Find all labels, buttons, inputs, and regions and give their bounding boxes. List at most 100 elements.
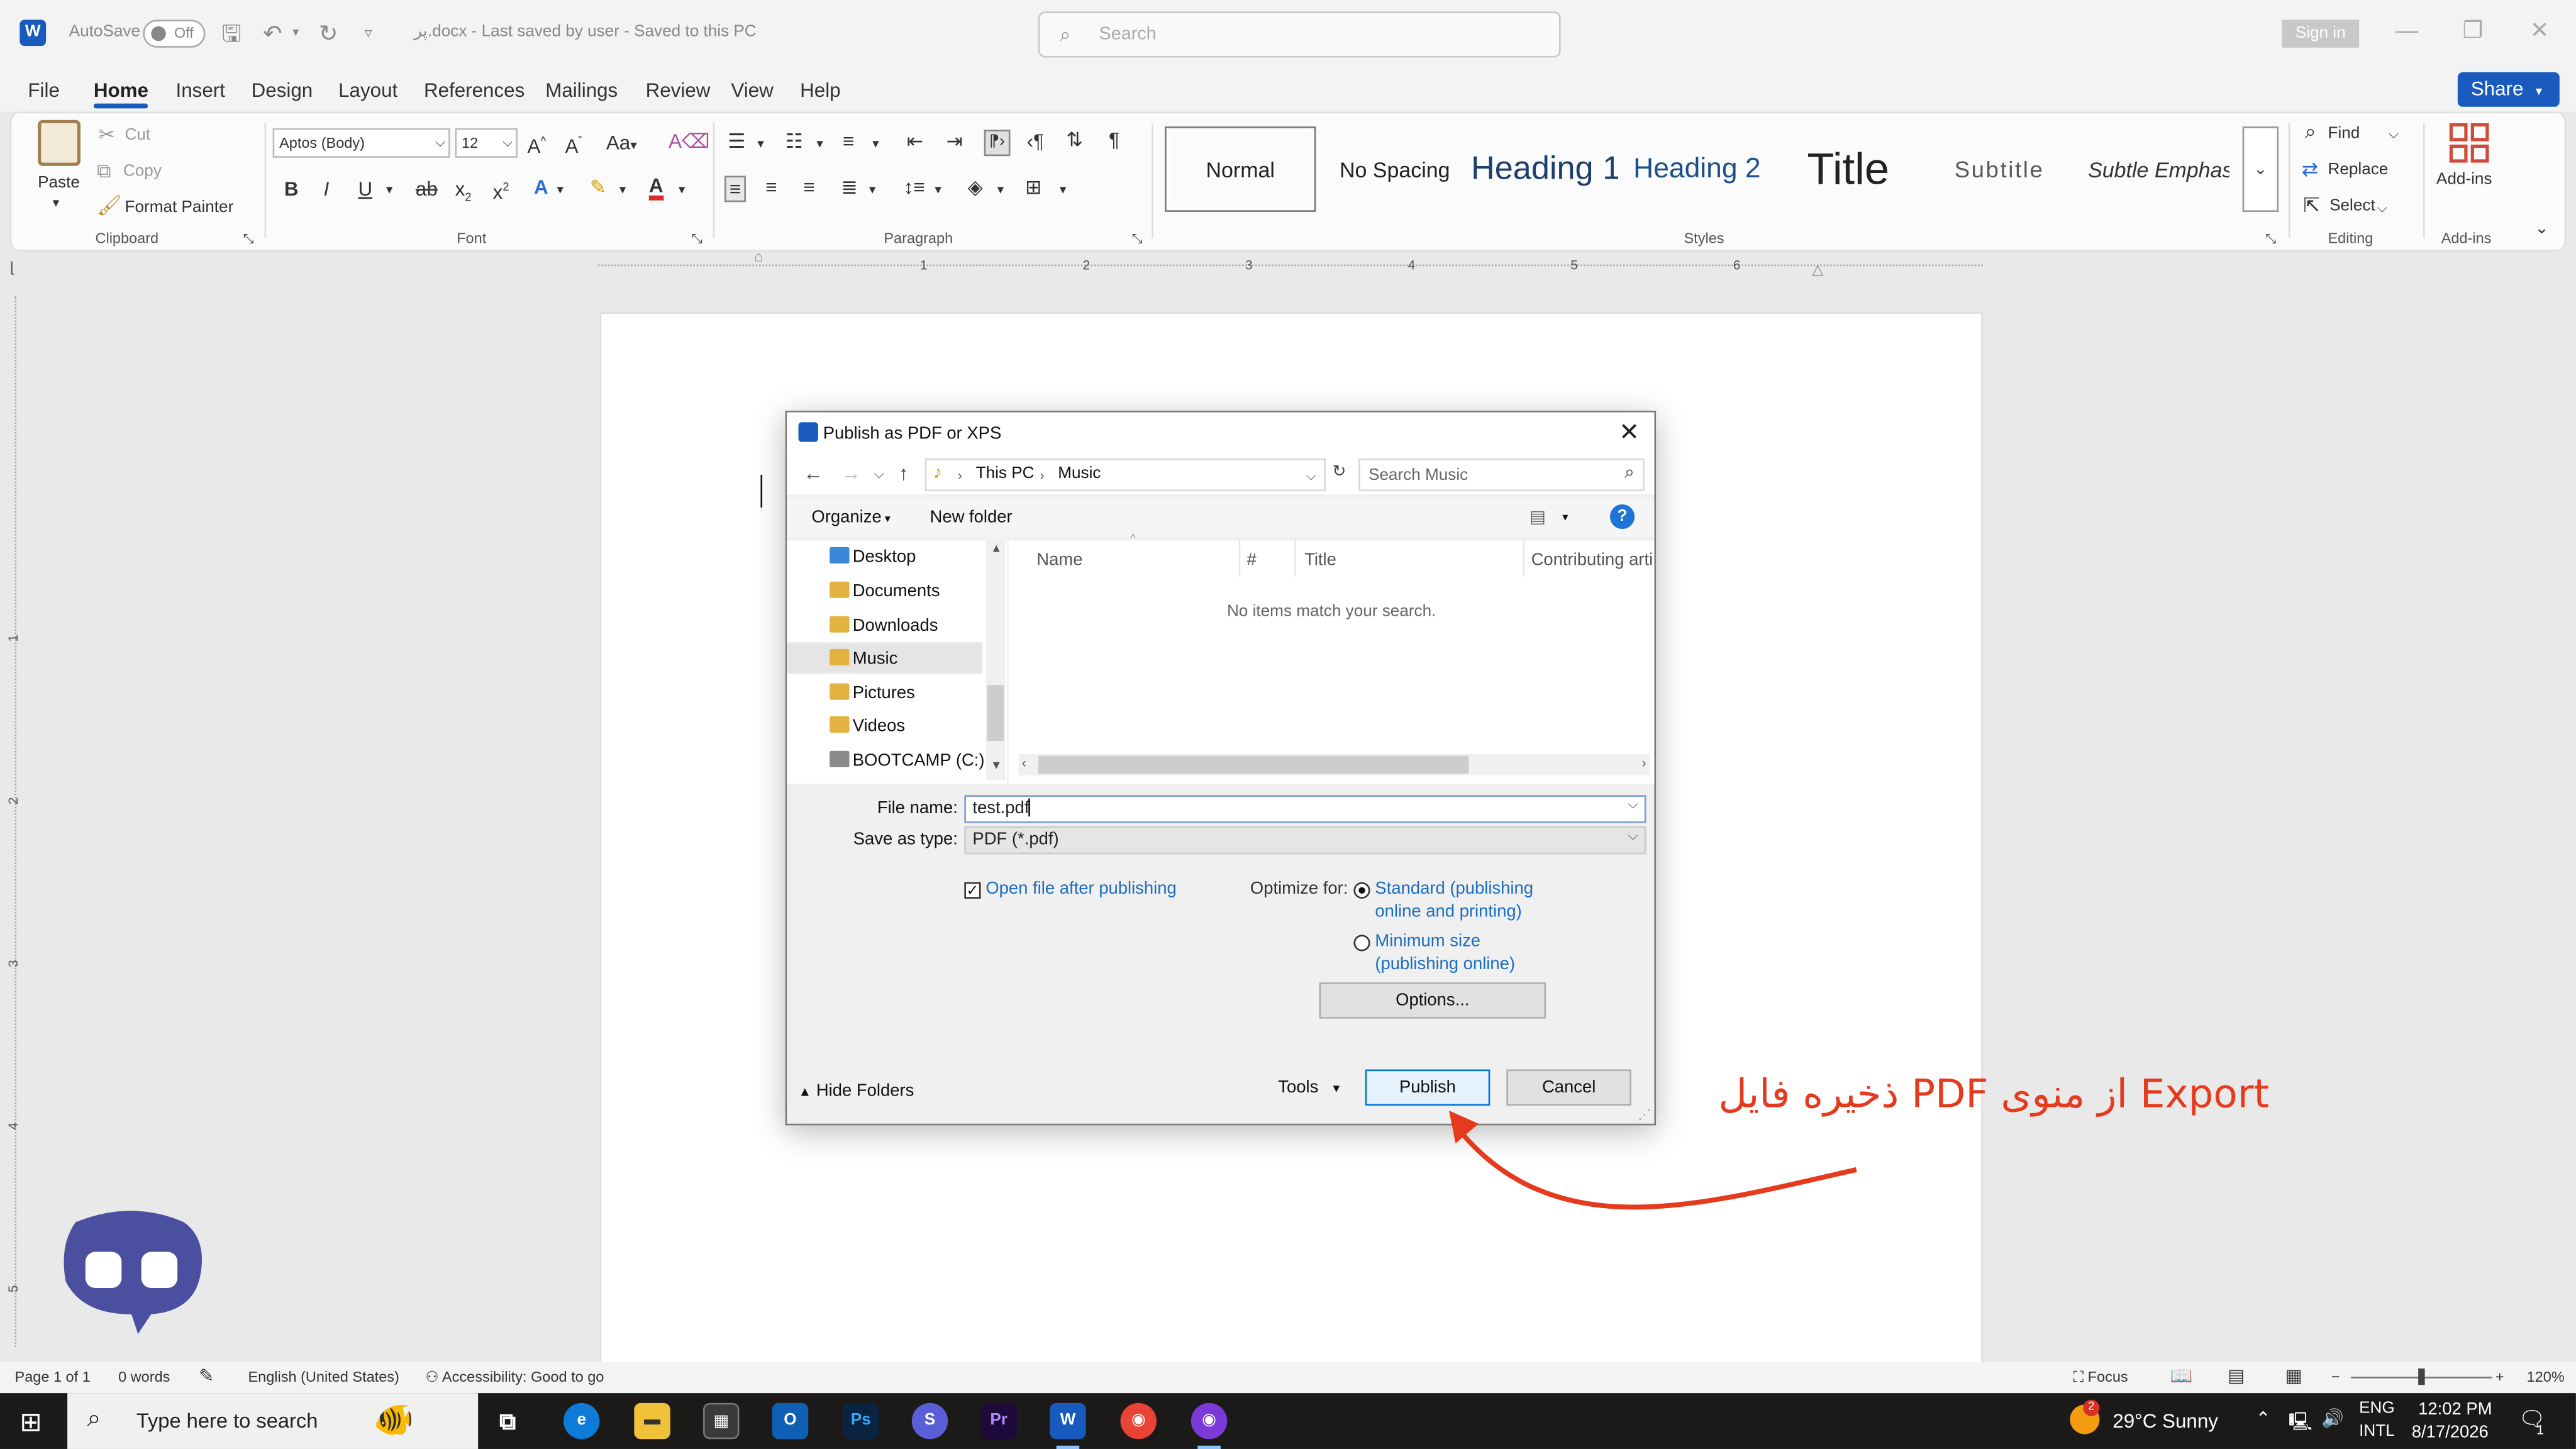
dialog-close-icon[interactable]: ✕ <box>1619 417 1640 447</box>
bullets-icon[interactable]: ☰ <box>728 130 745 153</box>
vertical-ruler[interactable]: 1 2 3 4 5 <box>5 296 28 1348</box>
borders-icon[interactable]: ⊞ <box>1025 176 1041 199</box>
accessibility-status[interactable]: ⚇ Accessibility: Good to go <box>426 1368 604 1387</box>
copy-button[interactable]: Copy <box>123 163 162 181</box>
close-icon[interactable]: ✕ <box>2530 16 2550 44</box>
file-list-scroll-thumb[interactable] <box>1038 755 1469 774</box>
optimize-standard-label-2[interactable]: online and printing) <box>1375 900 1521 923</box>
zoom-in-icon[interactable]: + <box>2496 1368 2504 1385</box>
sort-icon[interactable]: ⇅ <box>1066 128 1082 152</box>
add-ins-icon[interactable] <box>2449 123 2489 163</box>
bold-icon[interactable]: B <box>284 177 299 201</box>
column-title[interactable]: Title <box>1304 550 1336 570</box>
file-list-hscrollbar[interactable]: ‹ › <box>1018 753 1650 775</box>
focus-button[interactable]: ⛶ Focus <box>2074 1368 2128 1387</box>
nav-item-desktop[interactable]: Desktop <box>830 547 916 567</box>
minimize-icon[interactable]: — <box>2396 16 2419 43</box>
justify-dropdown-icon[interactable]: ▾ <box>869 179 875 203</box>
autosave-toggle[interactable]: Off <box>143 19 206 48</box>
font-color-icon[interactable]: A <box>648 176 663 201</box>
proofing-icon[interactable]: ✎ <box>199 1365 214 1386</box>
nav-item-documents[interactable]: Documents <box>830 581 940 601</box>
address-dropdown-icon[interactable]: ⌵ <box>1306 468 1316 484</box>
font-launcher-icon[interactable]: ⤡ <box>692 228 702 252</box>
title-search-box[interactable]: ⌕ Search <box>1038 11 1561 58</box>
up-arrow-icon[interactable]: ↑ <box>899 462 909 485</box>
align-right-icon[interactable]: ≡ <box>803 176 814 199</box>
column-contributing-artists[interactable]: Contributing arti <box>1531 550 1655 570</box>
bullets-dropdown-icon[interactable]: ▾ <box>757 133 763 157</box>
save-type-dropdown-icon[interactable]: ⌵ <box>1628 828 1638 845</box>
clock-time[interactable]: 12:02 PM <box>2418 1400 2492 1419</box>
style-normal[interactable]: Normal <box>1165 126 1316 212</box>
decrease-indent-icon[interactable]: ⇤ <box>907 130 923 153</box>
back-arrow-icon[interactable]: ← <box>803 462 823 485</box>
nav-item-bootcamp[interactable]: BOOTCAMP (C:) <box>830 750 985 770</box>
word-taskbar-icon[interactable]: W <box>1050 1402 1086 1449</box>
style-title[interactable]: Title <box>1776 126 1921 212</box>
undo-icon[interactable]: ↶ <box>263 19 282 46</box>
tab-selector-icon[interactable]: ⌊ <box>10 260 16 278</box>
tab-view[interactable]: View <box>731 79 773 102</box>
styles-more-button[interactable]: ⌄ <box>2242 126 2279 212</box>
word-count[interactable]: 0 words <box>118 1368 170 1385</box>
shading-icon[interactable]: ◈ <box>968 176 983 199</box>
borders-dropdown-icon[interactable]: ▾ <box>1060 179 1066 203</box>
column-name[interactable]: Name <box>1036 550 1082 570</box>
ltr-direction-icon[interactable]: ⁋› <box>984 130 1010 157</box>
read-mode-icon[interactable]: 📖 <box>2170 1365 2193 1386</box>
nav-item-videos[interactable]: Videos <box>830 716 905 736</box>
dialog-search-box[interactable]: Search Music ⌕ <box>1358 458 1645 492</box>
clock-date[interactable]: 8/17/2026 <box>2412 1423 2489 1442</box>
view-options-icon[interactable]: ▤ <box>1530 508 1546 527</box>
customize-toolbar-icon[interactable]: ▿ <box>365 19 372 46</box>
justify-icon[interactable]: ≣ <box>841 176 857 199</box>
shrink-font-icon[interactable]: Aˇ <box>565 131 582 158</box>
style-subtle-emphasis[interactable]: Subtle Emphasis <box>2078 126 2229 212</box>
optimize-minimum-label-2[interactable]: (publishing online) <box>1375 953 1515 976</box>
find-button[interactable]: Find <box>2328 125 2360 143</box>
file-explorer-icon[interactable]: ▬ <box>634 1402 670 1440</box>
optimize-minimum-label-1[interactable]: Minimum size <box>1375 930 1480 953</box>
tab-help[interactable]: Help <box>800 79 840 102</box>
tab-file[interactable]: File <box>28 79 60 102</box>
premiere-icon[interactable]: Pr <box>980 1402 1017 1440</box>
column-number[interactable]: # <box>1247 550 1257 570</box>
numbering-icon[interactable]: ☷ <box>786 130 803 153</box>
new-folder-button[interactable]: New folder <box>930 508 1013 527</box>
line-spacing-dropdown-icon[interactable]: ▾ <box>935 179 941 203</box>
scroll-up-icon[interactable]: ▲ <box>991 544 1002 555</box>
multilevel-dropdown-icon[interactable]: ▾ <box>872 133 879 157</box>
chrome-profile-icon[interactable]: ◉ <box>1191 1402 1228 1449</box>
tab-references[interactable]: References <box>424 79 525 102</box>
strikethrough-icon[interactable]: ab <box>416 177 438 201</box>
paste-button[interactable]: Paste <box>38 174 80 192</box>
multilevel-list-icon[interactable]: ≡ <box>843 130 854 153</box>
subscript-icon[interactable]: x2 <box>455 177 472 211</box>
zoom-level[interactable]: 120% <box>2527 1368 2565 1385</box>
document-status[interactable]: پر.docx - Last saved by user - Saved to … <box>414 23 756 42</box>
file-name-input[interactable]: test.pdf <box>964 795 1646 823</box>
style-heading-2[interactable]: Heading 2 <box>1624 126 1769 212</box>
tab-home[interactable]: Home <box>93 79 149 109</box>
font-size-combo[interactable]: 12 ⌵ <box>455 128 518 158</box>
tools-button[interactable]: Tools ▾ <box>1278 1078 1340 1097</box>
network-icon[interactable]: 🖳 <box>2289 1408 2312 1440</box>
scroll-left-icon[interactable]: ‹ <box>1022 756 1026 771</box>
task-view-icon[interactable]: ⧉ <box>489 1403 525 1439</box>
shading-dropdown-icon[interactable]: ▾ <box>997 179 1004 203</box>
refresh-icon[interactable]: ↻ <box>1332 464 1346 482</box>
breadcrumb-music[interactable]: Music <box>1058 465 1101 483</box>
input-language-1[interactable]: ENG <box>2359 1400 2395 1418</box>
organize-button[interactable]: Organize ▾ <box>811 508 891 527</box>
save-icon[interactable]: 🖫 <box>222 19 242 46</box>
paste-icon[interactable] <box>38 119 80 166</box>
skype-s-icon[interactable]: S <box>911 1402 948 1440</box>
select-dropdown-icon[interactable]: ⌵ <box>2377 197 2387 220</box>
recent-locations-icon[interactable]: ⌵ <box>874 467 884 483</box>
tab-review[interactable]: Review <box>646 79 711 102</box>
print-layout-icon[interactable]: ▤ <box>2228 1365 2245 1386</box>
forward-arrow-icon[interactable]: → <box>841 462 860 485</box>
style-subtitle[interactable]: Subtitle <box>1927 126 2072 212</box>
sign-in-button[interactable]: Sign in <box>2282 19 2360 48</box>
